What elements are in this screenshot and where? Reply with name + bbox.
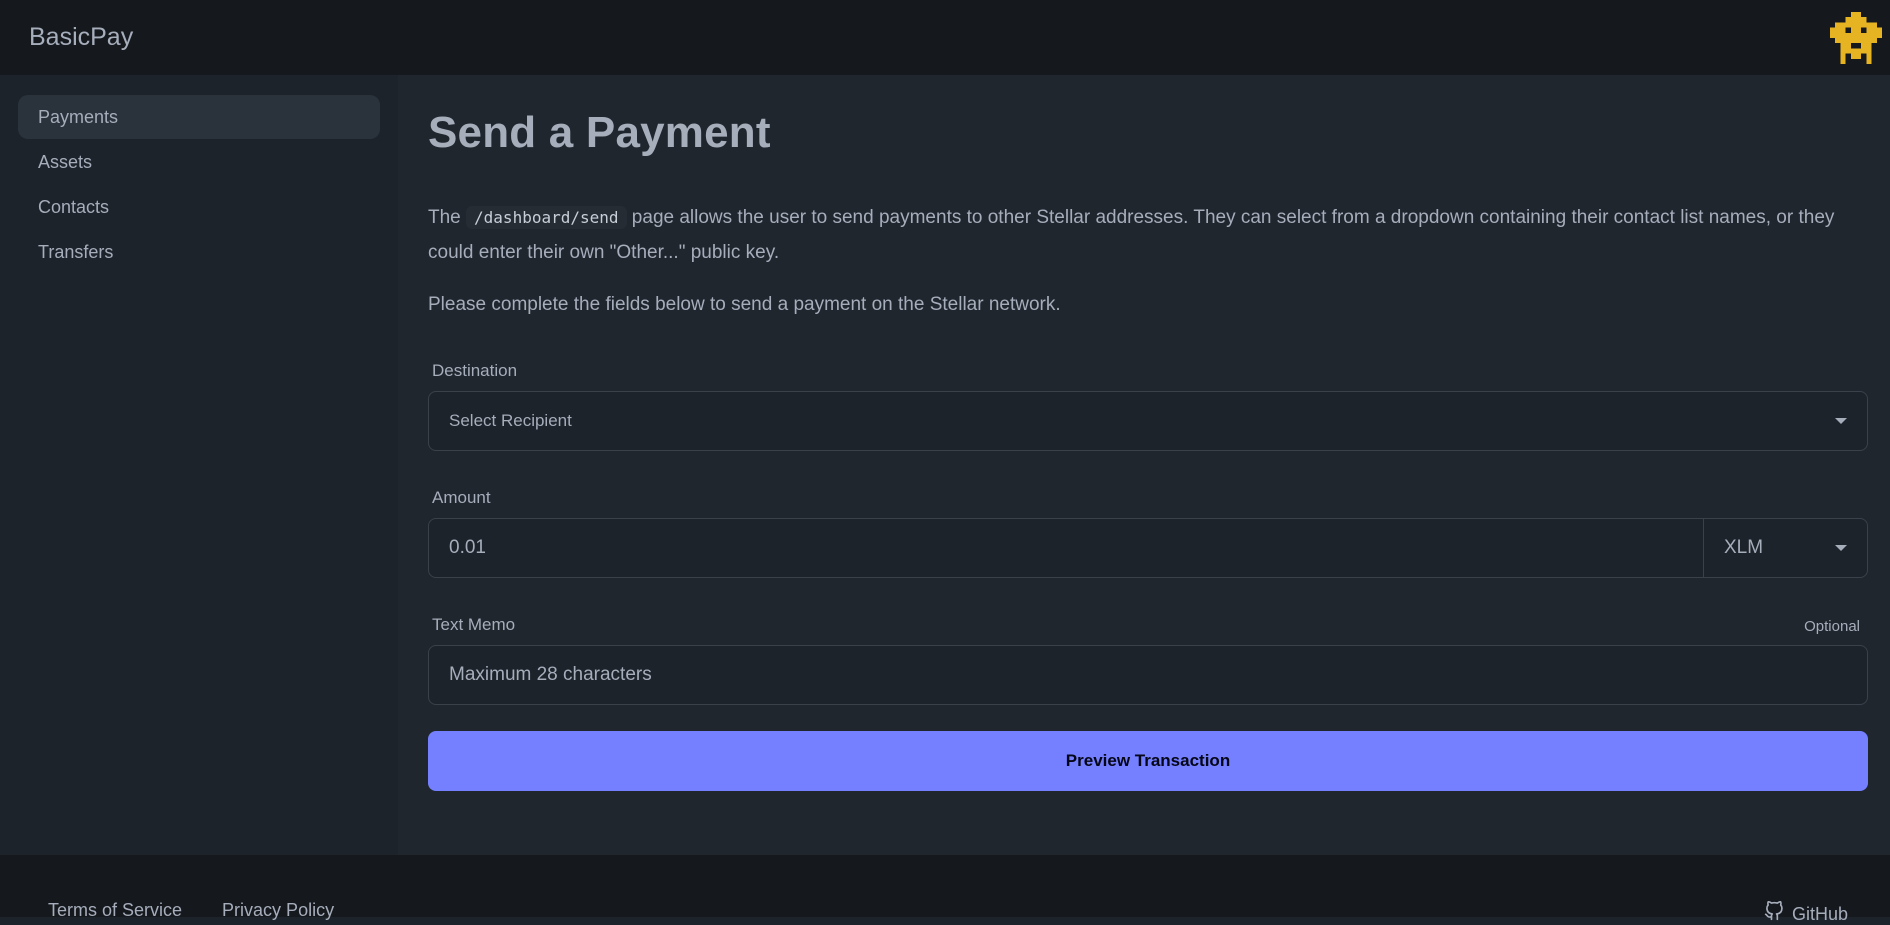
memo-optional-hint: Optional xyxy=(1804,618,1860,636)
amount-label-row: Amount xyxy=(428,488,1864,508)
route-code: /dashboard/send xyxy=(466,206,627,230)
github-icon xyxy=(1764,900,1783,920)
footer: Terms of Service Privacy Policy GitHub xyxy=(0,855,1890,924)
sidebar-item-transfers[interactable]: Transfers xyxy=(18,230,380,274)
page-instructions: Please complete the fields below to send… xyxy=(428,294,1061,316)
destination-label: Destination xyxy=(432,361,518,381)
memo-placeholder: Maximum 28 characters xyxy=(449,664,652,686)
chevron-down-icon xyxy=(1835,418,1847,425)
page-title: Send a Payment xyxy=(428,108,771,157)
destination-label-row: Destination xyxy=(428,361,1864,381)
description-suffix: page allows the user to send payments to… xyxy=(428,207,1835,264)
sidebar: Payments Assets Contacts Transfers xyxy=(0,75,398,855)
sidebar-item-contacts[interactable]: Contacts xyxy=(18,185,380,229)
destination-selected-value: Select Recipient xyxy=(449,411,572,431)
preview-transaction-button[interactable]: Preview Transaction xyxy=(428,731,1868,792)
top-bar: BasicPay xyxy=(0,0,1890,75)
asset-select[interactable]: XLM xyxy=(1703,519,1867,578)
privacy-policy-link[interactable]: Privacy Policy xyxy=(222,900,334,921)
github-link[interactable]: GitHub xyxy=(1764,900,1848,924)
sidebar-item-label: Payments xyxy=(38,106,119,127)
sidebar-item-label: Contacts xyxy=(38,196,110,217)
amount-input[interactable]: 0.01 xyxy=(429,519,1703,577)
amount-value: 0.01 xyxy=(449,537,486,559)
chevron-down-icon xyxy=(1835,545,1847,552)
sidebar-item-assets[interactable]: Assets xyxy=(18,140,380,184)
destination-select[interactable]: Select Recipient xyxy=(428,391,1868,452)
description-prefix: The xyxy=(428,207,467,229)
user-avatar-icon[interactable] xyxy=(1830,11,1882,64)
footer-links: Terms of Service Privacy Policy xyxy=(48,896,334,920)
memo-input[interactable]: Maximum 28 characters xyxy=(428,645,1868,706)
asset-selected-value: XLM xyxy=(1724,537,1764,559)
amount-group: 0.01 XLM xyxy=(428,518,1868,579)
github-label: GitHub xyxy=(1791,904,1848,924)
amount-label: Amount xyxy=(432,488,491,508)
sidebar-item-label: Assets xyxy=(38,151,93,172)
main-content: Send a Payment The /dashboard/send page … xyxy=(398,75,1890,855)
brand-title[interactable]: BasicPay xyxy=(29,23,133,52)
page-description: The /dashboard/send page allows the user… xyxy=(428,200,1868,270)
sidebar-item-payments[interactable]: Payments xyxy=(18,95,380,139)
memo-label: Text Memo xyxy=(432,615,516,635)
terms-of-service-link[interactable]: Terms of Service xyxy=(48,900,182,921)
sidebar-item-label: Transfers xyxy=(38,241,114,262)
memo-label-row: Text Memo Optional xyxy=(428,615,1864,635)
